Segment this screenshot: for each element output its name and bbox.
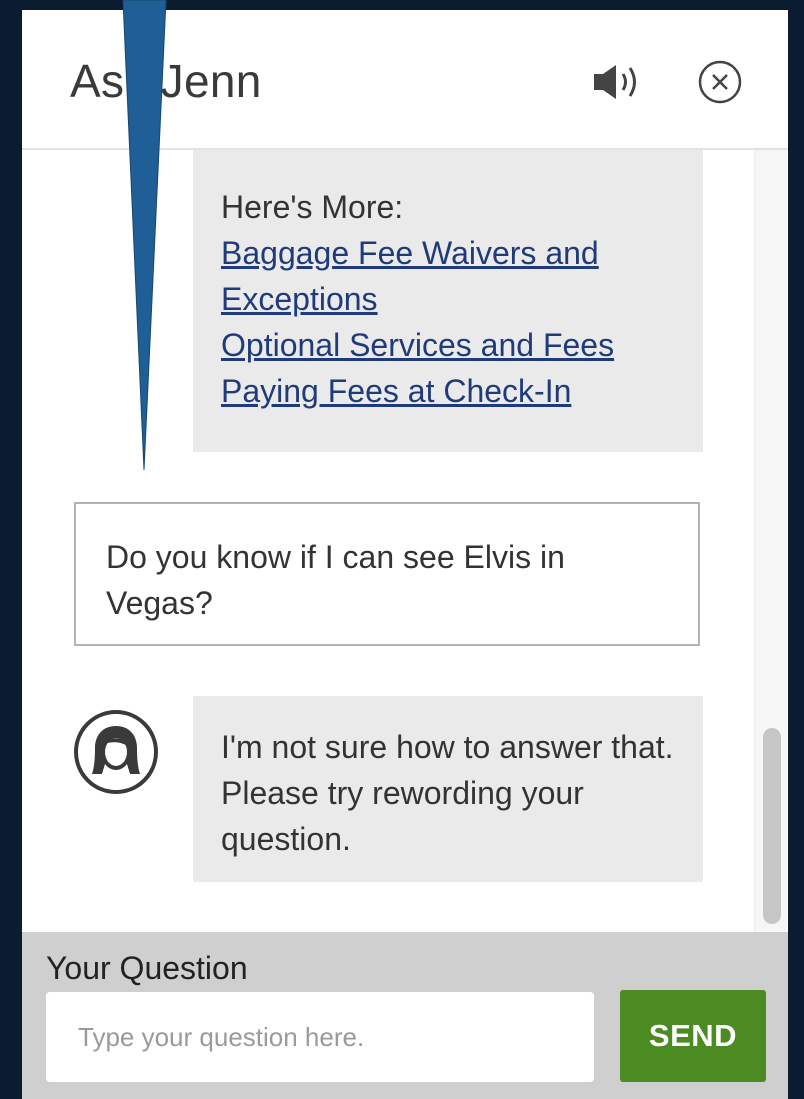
send-button[interactable]: SEND: [620, 990, 766, 1082]
question-footer: Your Question SEND: [22, 932, 788, 1099]
link-paying-fees-checkin[interactable]: Paying Fees at Check-In: [221, 368, 691, 414]
frame-top: [0, 0, 804, 10]
frame-right: [788, 0, 804, 1099]
chat-title: Ask Jenn: [70, 55, 262, 107]
agent-avatar-icon: [72, 708, 160, 796]
chat-transcript: Here's More: Baggage Fee Waivers and Exc…: [22, 150, 788, 932]
chat-widget: Ask Jenn Here's More: Baggage Fee Waiver…: [22, 10, 788, 1099]
speaker-icon[interactable]: [592, 62, 648, 102]
question-label: Your Question: [46, 950, 248, 986]
chat-scrollbar[interactable]: [754, 150, 787, 932]
chat-header: Ask Jenn: [22, 10, 788, 150]
link-optional-services[interactable]: Optional Services and Fees: [221, 322, 691, 368]
bot-message-text: I'm not sure how to answer that. Please …: [221, 729, 674, 857]
message-intro: Here's More:: [221, 189, 404, 225]
frame-left: [0, 0, 22, 1099]
bot-message: Here's More: Baggage Fee Waivers and Exc…: [193, 150, 703, 452]
bot-message: I'm not sure how to answer that. Please …: [193, 696, 703, 882]
user-message-text: Do you know if I can see Elvis in Vegas?: [106, 539, 565, 621]
question-input[interactable]: [46, 992, 594, 1082]
link-baggage-fee-waivers[interactable]: Baggage Fee Waivers and Exceptions: [221, 230, 691, 322]
scrollbar-thumb[interactable]: [763, 728, 781, 924]
close-icon[interactable]: [696, 58, 744, 106]
user-message: Do you know if I can see Elvis in Vegas?: [74, 502, 700, 646]
